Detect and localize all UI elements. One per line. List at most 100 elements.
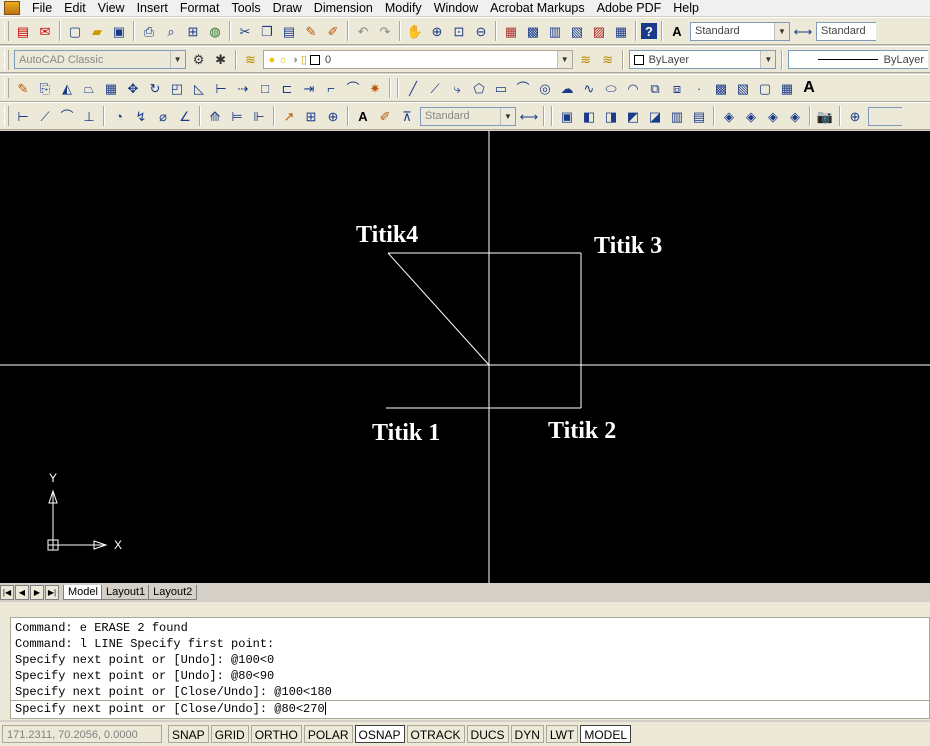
rectangle-icon[interactable]: ▭ [491, 78, 511, 98]
quick-dimension-icon[interactable]: ⟰ [205, 106, 225, 126]
quick-leader-icon[interactable]: ↗ [279, 106, 299, 126]
ellipse-icon[interactable]: ⬭ [601, 78, 621, 98]
zoom-previous-icon[interactable]: ⊖ [471, 21, 491, 41]
sw-isometric-icon[interactable]: ◈ [719, 106, 739, 126]
globe-icon[interactable]: ◍ [205, 21, 225, 41]
named-views-icon[interactable]: ▣ [557, 106, 577, 126]
help-icon[interactable]: ? [641, 23, 657, 39]
tab-model[interactable]: Model [63, 585, 103, 600]
dimension-style-select[interactable]: Standard ▼ [420, 106, 516, 126]
toggle-lwt[interactable]: LWT [545, 725, 579, 743]
new-file-icon[interactable]: ▢ [65, 21, 85, 41]
ucs-icon[interactable]: ⊕ [845, 106, 865, 126]
revision-cloud-icon[interactable]: ☁ [557, 78, 577, 98]
nw-isometric-icon[interactable]: ◈ [785, 106, 805, 126]
toolbar-grip[interactable] [4, 106, 9, 126]
toolbar-grip[interactable] [4, 21, 9, 41]
layer-previous-icon[interactable]: ≋ [598, 50, 618, 70]
zoom-realtime-icon[interactable]: ⊕ [427, 21, 447, 41]
text-style-select[interactable]: Standard ▼ [690, 21, 790, 41]
offset-icon[interactable]: ⏢ [79, 78, 99, 98]
construction-line-icon[interactable]: ⟋ [425, 78, 445, 98]
left-view-icon[interactable]: ◩ [623, 106, 643, 126]
array-icon[interactable]: ▦ [101, 78, 121, 98]
zoom-window-icon[interactable]: ⊡ [449, 21, 469, 41]
camera-icon[interactable]: 📷 [815, 106, 835, 126]
linear-dimension-icon[interactable]: ⊢ [13, 106, 33, 126]
dim-style-select[interactable]: Standard [816, 21, 876, 41]
dimension-update-icon[interactable]: ⊼ [397, 106, 417, 126]
gradient-icon[interactable]: ▧ [733, 78, 753, 98]
jogged-dimension-icon[interactable]: ↯ [131, 106, 151, 126]
design-center-icon[interactable]: ▩ [523, 21, 543, 41]
toggle-grid[interactable]: GRID [210, 725, 249, 743]
prev-tab-icon[interactable]: ◀ [15, 585, 29, 600]
rotate-icon[interactable]: ↻ [145, 78, 165, 98]
last-tab-icon[interactable]: ▶| [45, 585, 59, 600]
fillet-icon[interactable]: ⌒ [343, 78, 363, 98]
text-style-icon[interactable]: A [667, 21, 687, 41]
region-icon[interactable]: ▢ [755, 78, 775, 98]
stretch-icon[interactable]: ◺ [189, 78, 209, 98]
chevron-down-icon[interactable]: ▼ [760, 51, 776, 68]
menu-edit[interactable]: Edit [58, 1, 92, 15]
dimension-style-icon[interactable]: ⟷ [519, 106, 539, 126]
next-tab-icon[interactable]: ▶ [30, 585, 44, 600]
back-view-icon[interactable]: ▤ [689, 106, 709, 126]
first-tab-icon[interactable]: |◀ [0, 585, 14, 600]
toggle-otrack[interactable]: OTRACK [406, 725, 465, 743]
baseline-dimension-icon[interactable]: ⊨ [227, 106, 247, 126]
menu-adobe-pdf[interactable]: Adobe PDF [591, 1, 668, 15]
dimension-edit-icon[interactable]: A [353, 106, 373, 126]
front-view-icon[interactable]: ▥ [667, 106, 687, 126]
menu-help[interactable]: Help [667, 1, 705, 15]
pan-icon[interactable]: ✋ [405, 21, 425, 41]
dimension-text-edit-icon[interactable]: ✐ [375, 106, 395, 126]
menu-format[interactable]: Format [174, 1, 226, 15]
workspace-settings-icon[interactable]: ⚙ [189, 50, 209, 70]
chevron-down-icon[interactable]: ▼ [774, 22, 789, 40]
toggle-snap[interactable]: SNAP [168, 725, 209, 743]
insert-block-icon[interactable]: ⧉ [645, 78, 665, 98]
pdf-icon[interactable]: ▤ [13, 21, 33, 41]
tab-layout2[interactable]: Layout2 [148, 585, 198, 600]
angular-dimension-icon[interactable]: ∠ [175, 106, 195, 126]
sheet-set-icon[interactable]: ▧ [567, 21, 587, 41]
move-icon[interactable]: ✥ [123, 78, 143, 98]
top-view-icon[interactable]: ◧ [579, 106, 599, 126]
dim-style-icon[interactable]: ⟷ [793, 21, 813, 41]
toggle-ortho[interactable]: ORTHO [250, 725, 302, 743]
pdf-email-icon[interactable]: ✉ [35, 21, 55, 41]
cut-icon[interactable]: ✂ [235, 21, 255, 41]
ellipse-arc-icon[interactable]: ◠ [623, 78, 643, 98]
right-view-icon[interactable]: ◪ [645, 106, 665, 126]
tolerance-icon[interactable]: ⊞ [301, 106, 321, 126]
break-icon[interactable]: ⊏ [277, 78, 297, 98]
publish-icon[interactable]: ⊞ [183, 21, 203, 41]
menu-window[interactable]: Window [428, 1, 484, 15]
ucs-select[interactable] [868, 106, 902, 126]
layer-properties-icon[interactable]: ≋ [241, 50, 261, 70]
multiline-text-icon[interactable]: A [799, 78, 819, 98]
save-workspace-icon[interactable]: ✱ [211, 50, 231, 70]
make-object-layer-current-icon[interactable]: ≋ [576, 50, 596, 70]
paste-icon[interactable]: ▤ [279, 21, 299, 41]
scale-icon[interactable]: ◰ [167, 78, 187, 98]
command-input[interactable]: Specify next point or [Close/Undo]: @80<… [10, 700, 930, 719]
polyline-icon[interactable]: ⤷ [447, 78, 467, 98]
chamfer-icon[interactable]: ⌐ [321, 78, 341, 98]
ordinate-dimension-icon[interactable]: ⊥ [79, 106, 99, 126]
explode-icon[interactable]: ✷ [365, 78, 385, 98]
print-icon[interactable]: ⎙ [139, 21, 159, 41]
trim-icon[interactable]: ⊢ [211, 78, 231, 98]
color-select[interactable]: ByLayer ▼ [628, 50, 777, 69]
calculator-icon[interactable]: ▦ [611, 21, 631, 41]
radius-dimension-icon[interactable]: ◔ [109, 106, 129, 126]
properties-icon[interactable]: ▦ [501, 21, 521, 41]
redo-icon[interactable]: ↷ [375, 21, 395, 41]
menu-draw[interactable]: Draw [267, 1, 308, 15]
spline-icon[interactable]: ∿ [579, 78, 599, 98]
continue-dimension-icon[interactable]: ⊩ [249, 106, 269, 126]
make-block-icon[interactable]: ⧈ [667, 78, 687, 98]
break-at-point-icon[interactable]: □ [255, 78, 275, 98]
